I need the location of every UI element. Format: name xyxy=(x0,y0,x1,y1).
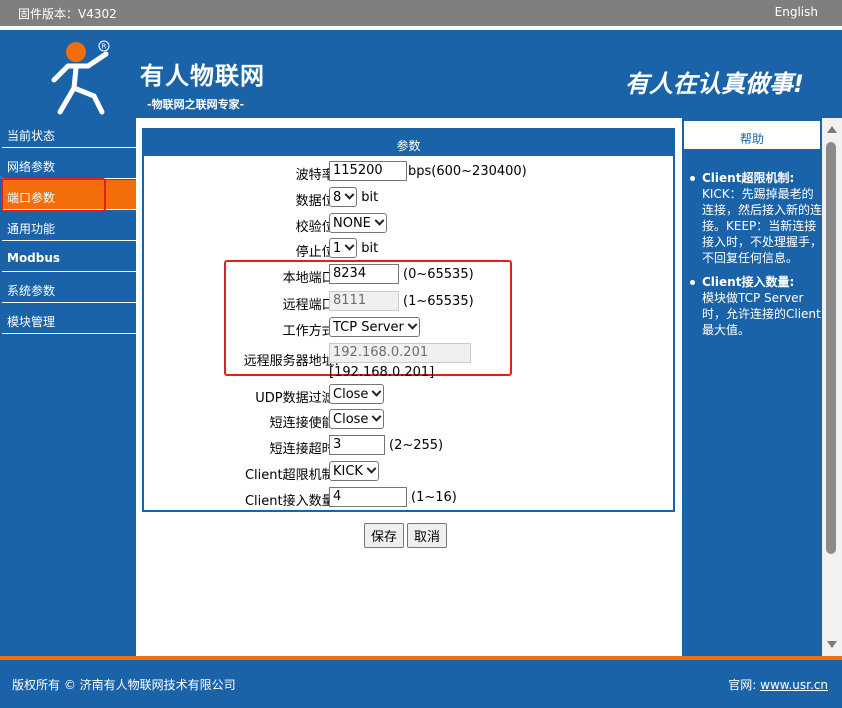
parity-select[interactable]: NONE xyxy=(329,213,387,233)
row-stopbits: 停止位: 1 bit xyxy=(144,237,673,261)
nav-highlight-box xyxy=(1,178,106,212)
nav-item-general[interactable]: 通用功能 xyxy=(2,211,136,241)
row-parity: 校验位: NONE xyxy=(144,212,673,236)
nav-item-status[interactable]: 当前状态 xyxy=(2,118,136,148)
header-banner: R 有人物联网 -物联网之联网专家- 有人在认真做事! xyxy=(2,34,838,118)
scroll-up-icon[interactable] xyxy=(827,126,837,133)
top-bar: 固件版本：V4302 English xyxy=(0,0,842,26)
firmware-version: 固件版本：V4302 xyxy=(18,7,117,21)
language-link[interactable]: English xyxy=(775,5,818,19)
client-count-label: Client接入数量: xyxy=(244,494,339,509)
chevron-down-icon xyxy=(407,319,418,330)
cancel-button[interactable]: 取消 xyxy=(407,523,448,548)
row-udp-filter: UDP数据过滤: Close xyxy=(144,383,673,407)
baud-hint: bps(600~230400) xyxy=(408,163,527,179)
scrollbar-thumb[interactable] xyxy=(826,142,836,554)
remote-addr-input[interactable]: 192.168.0.201 xyxy=(329,343,471,363)
databits-unit: bit xyxy=(361,189,379,205)
params-panel: 参数 波特率: 115200 bps(600~230400) 数据位: 8 bit … xyxy=(142,128,675,512)
brand-tagline: -物联网之联网专家- xyxy=(147,98,245,111)
short-timeout-input[interactable]: 3 xyxy=(329,435,385,455)
work-mode-value: TCP Server xyxy=(333,319,404,335)
form-buttons: 保存 取消 xyxy=(364,523,450,548)
svg-text:R: R xyxy=(102,43,107,51)
row-client-count: Client接入数量: 4 (1~16) xyxy=(144,486,673,510)
copyright: 版权所有 © 济南有人物联网技术有限公司 xyxy=(12,678,236,692)
help-heading: Client超限机制: xyxy=(702,171,795,185)
row-short-timeout: 短连接超时: 3 (2~255) xyxy=(144,434,673,458)
chevron-down-icon xyxy=(371,386,382,397)
row-remote-addr: 远程服务器地址: 192.168.0.201 xyxy=(144,342,673,369)
stopbits-select[interactable]: 1 xyxy=(329,238,358,258)
databits-value: 8 xyxy=(333,189,342,205)
short-timeout-hint: (2~255) xyxy=(389,437,444,453)
client-limit-value: KICK xyxy=(333,463,363,479)
udp-filter-select[interactable]: Close xyxy=(329,384,385,404)
work-mode-select[interactable]: TCP Server xyxy=(329,317,420,337)
scroll-down-icon[interactable] xyxy=(827,641,837,648)
chevron-down-icon xyxy=(374,215,385,226)
save-button[interactable]: 保存 xyxy=(364,523,405,548)
row-baud: 波特率: 115200 bps(600~230400) xyxy=(144,160,673,184)
remote-addr-label: 远程服务器地址: xyxy=(243,354,339,369)
usr-logo-icon: R xyxy=(51,40,110,115)
chevron-down-icon xyxy=(371,411,382,422)
short-conn-select[interactable]: Close xyxy=(329,409,385,429)
help-body: Client超限机制: KICK：先踢掉最老的连接，然后接入新的连接。KEEP：… xyxy=(686,170,822,346)
nav-item-modbus[interactable]: Modbus xyxy=(2,242,136,272)
client-limit-label: Client超限机制: xyxy=(244,468,339,483)
remote-addr-echo: [192.168.0.201] xyxy=(329,365,435,380)
row-client-limit: Client超限机制: KICK xyxy=(144,460,673,484)
chevron-down-icon xyxy=(344,240,355,251)
udp-filter-value: Close xyxy=(333,386,369,402)
chevron-down-icon xyxy=(366,463,377,474)
scrollbar[interactable] xyxy=(822,118,842,656)
nav-item-system[interactable]: 系统参数 xyxy=(2,273,136,303)
help-title: 帮助 xyxy=(683,120,821,150)
chevron-down-icon xyxy=(344,189,355,200)
bullet-icon xyxy=(690,176,695,181)
site-label: 官网: xyxy=(728,678,757,692)
nav-item-module[interactable]: 模块管理 xyxy=(2,304,136,334)
row-work-mode: 工作方式: TCP Server xyxy=(144,316,673,340)
site-info: 官网: www.usr.cn xyxy=(728,676,828,693)
footer: 版权所有 © 济南有人物联网技术有限公司 官网: www.usr.cn xyxy=(0,660,842,708)
row-remote-port: 远程端口: 8111 (1~65535) xyxy=(144,290,673,314)
local-port-hint: (0~65535) xyxy=(403,266,474,282)
help-panel: 帮助 Client超限机制: KICK：先踢掉最老的连接，然后接入新的连接。KE… xyxy=(682,118,822,656)
help-text: KICK：先踢掉最老的连接，然后接入新的连接。KEEP：当新连接接入时，不处理握… xyxy=(702,187,823,265)
baud-input[interactable]: 115200 xyxy=(329,161,407,181)
help-item: Client超限机制: KICK：先踢掉最老的连接，然后接入新的连接。KEEP：… xyxy=(686,170,822,266)
help-text: 模块做TCP Server时，允许连接的Client最大值。 xyxy=(702,291,821,337)
bullet-icon xyxy=(690,280,695,285)
help-heading: Client接入数量: xyxy=(702,275,795,289)
client-limit-select[interactable]: KICK xyxy=(329,461,379,481)
row-local-port: 本地端口: 8234 (0~65535) xyxy=(144,263,673,287)
stopbits-unit: bit xyxy=(361,240,379,256)
header: R 有人物联网 -物联网之联网专家- 有人在认真做事! xyxy=(0,26,842,118)
brand-name: 有人物联网 xyxy=(140,62,265,90)
site-link[interactable]: www.usr.cn xyxy=(760,678,828,692)
remote-port-hint: (1~65535) xyxy=(403,293,474,309)
row-short-conn: 短连接使能: Close xyxy=(144,408,673,432)
help-item: Client接入数量: 模块做TCP Server时，允许连接的Client最大… xyxy=(686,274,822,338)
client-count-hint: (1~16) xyxy=(411,489,457,505)
remote-port-input[interactable]: 8111 xyxy=(329,291,399,311)
nav-item-network[interactable]: 网络参数 xyxy=(2,149,136,179)
main-content: 参数 波特率: 115200 bps(600~230400) 数据位: 8 bit … xyxy=(138,118,680,656)
parity-value: NONE xyxy=(333,215,371,231)
slogan: 有人在认真做事! xyxy=(625,70,804,98)
local-port-input[interactable]: 8234 xyxy=(329,264,399,284)
panel-title: 参数 xyxy=(144,130,673,156)
databits-select[interactable]: 8 xyxy=(329,187,358,207)
client-count-input[interactable]: 4 xyxy=(329,487,407,507)
udp-filter-label: UDP数据过滤: xyxy=(255,391,339,406)
short-conn-value: Close xyxy=(333,411,369,427)
stopbits-value: 1 xyxy=(333,240,342,256)
row-databits: 数据位: 8 bit xyxy=(144,186,673,210)
